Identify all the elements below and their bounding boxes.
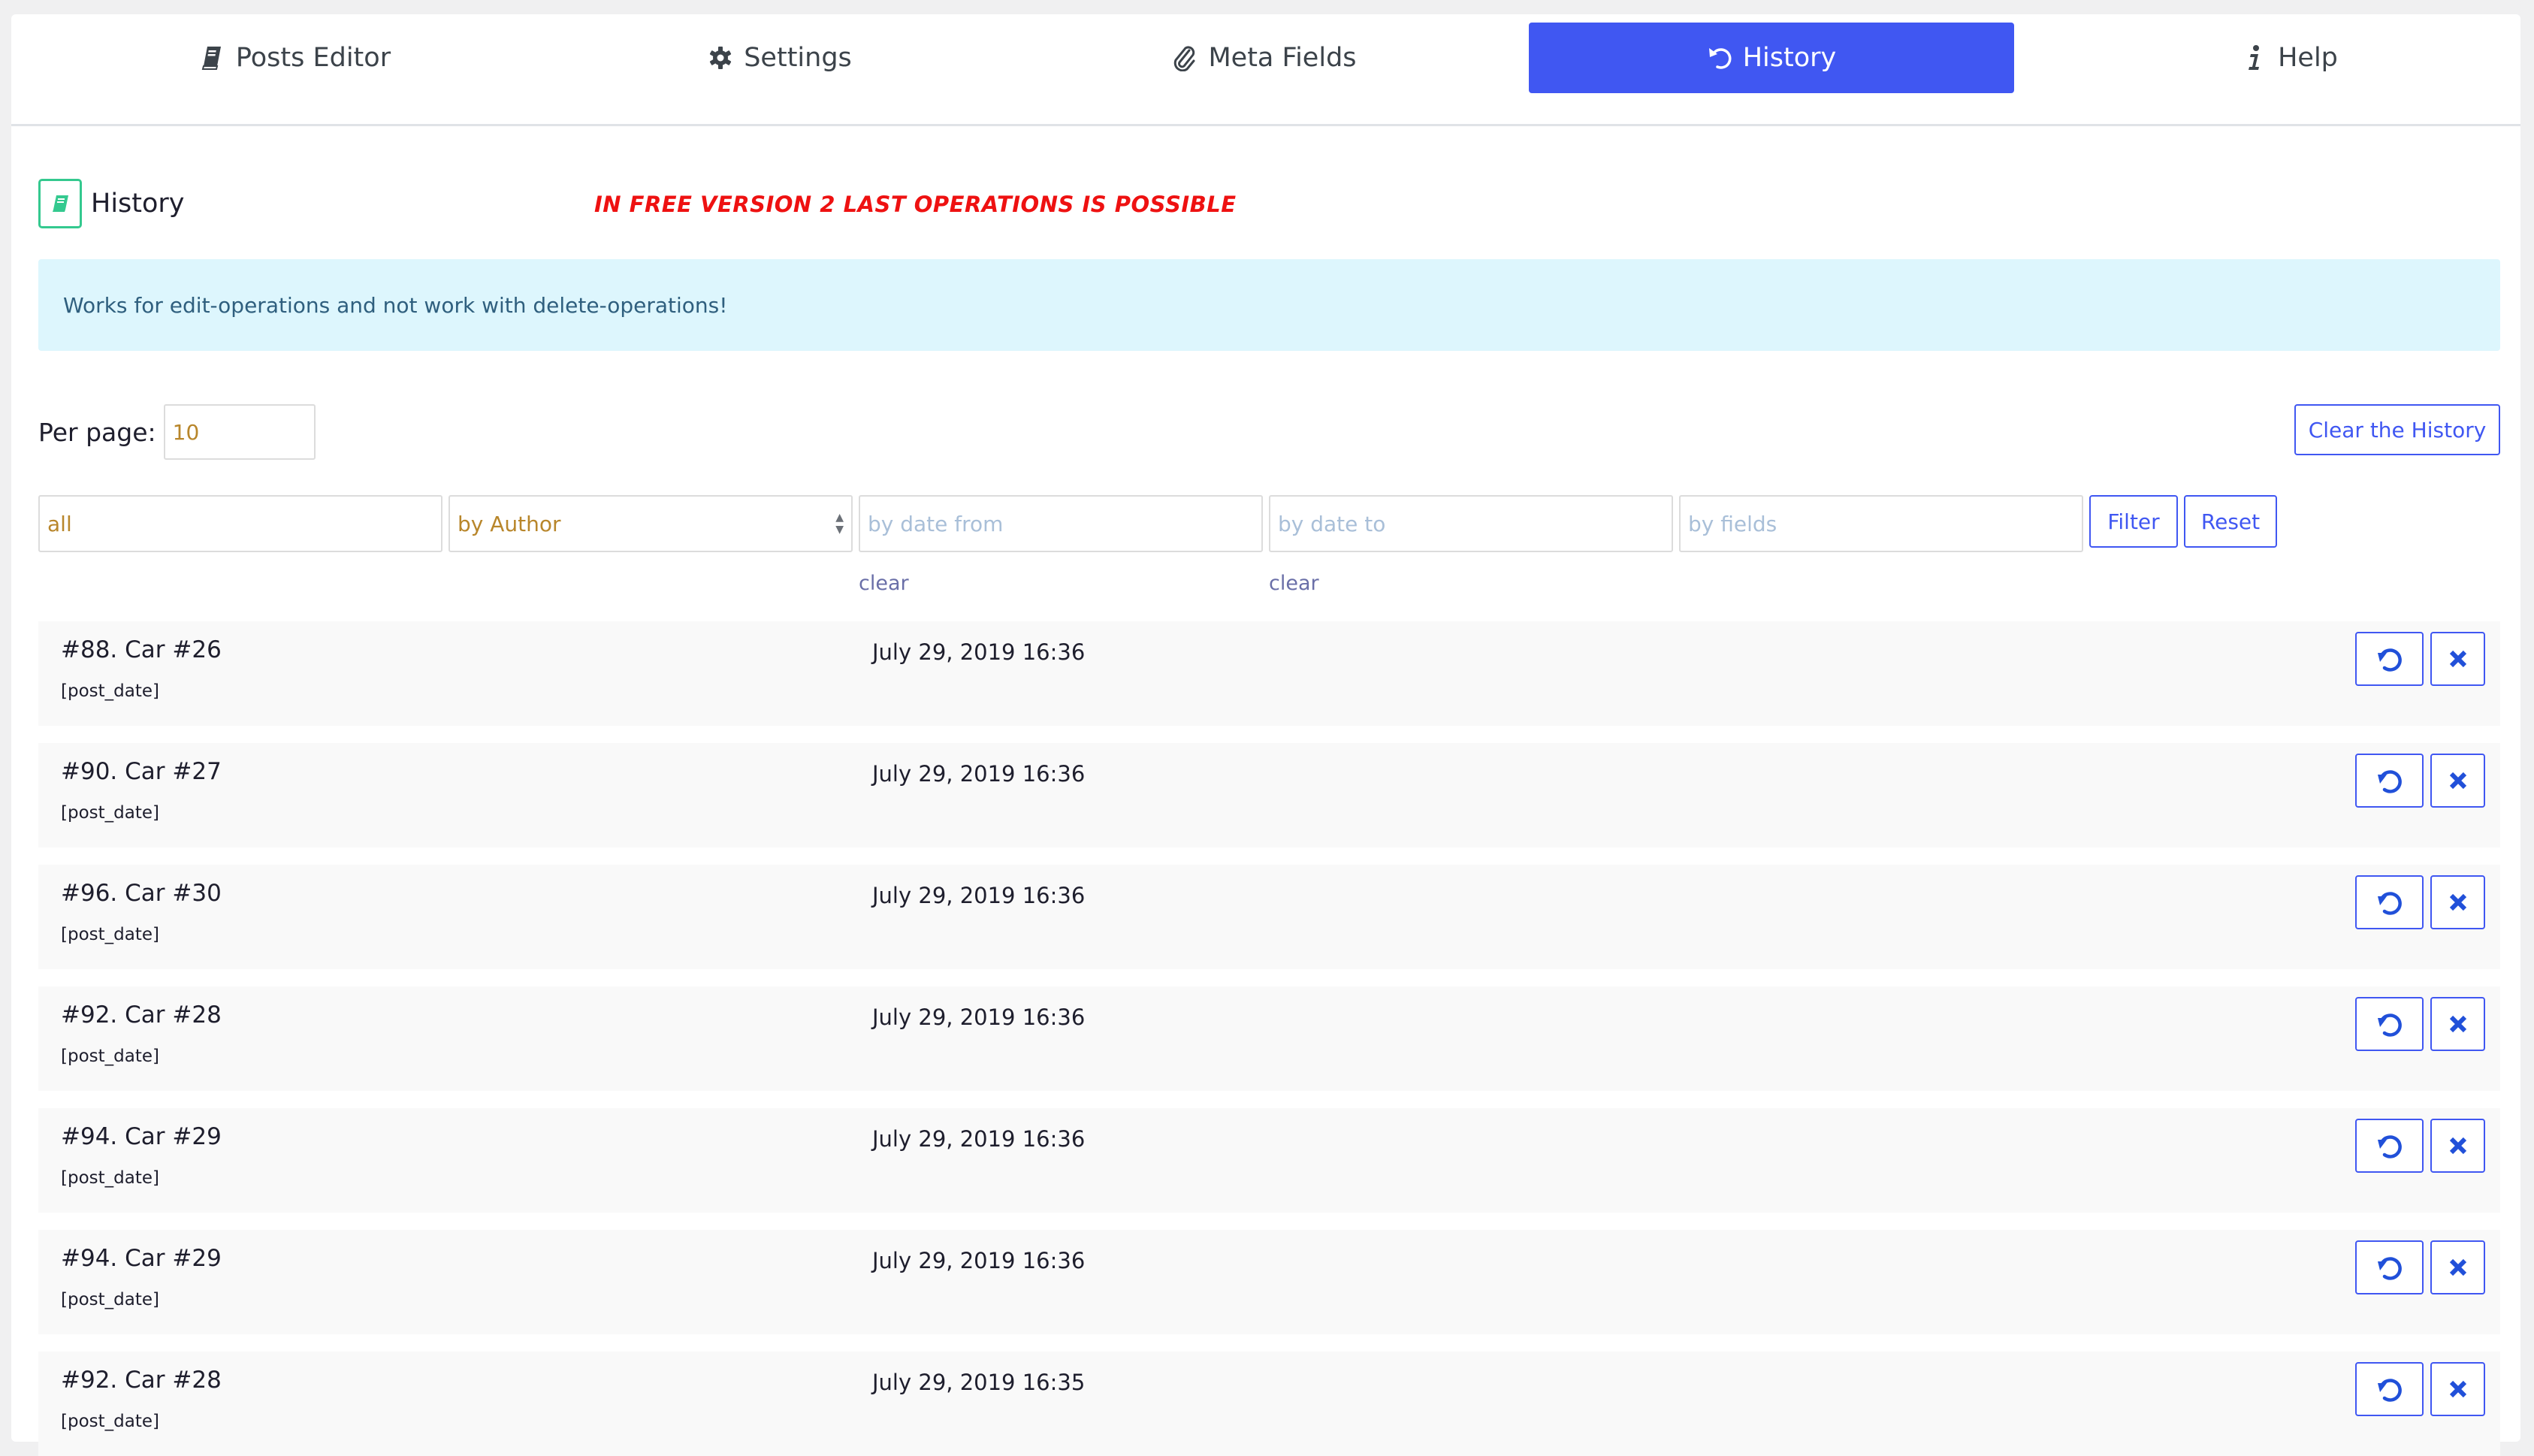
row-field: [post_date] xyxy=(61,1168,159,1188)
row-post-name: #94. Car #29 xyxy=(61,1123,222,1150)
type-filter-input[interactable] xyxy=(38,495,442,552)
restore-button[interactable] xyxy=(2355,1362,2424,1416)
history-row: #88. Car #26 [post_date] July 29, 2019 1… xyxy=(38,621,2500,726)
gear-icon xyxy=(708,44,733,72)
tab-label: Meta Fields xyxy=(1208,43,1357,73)
row-date: July 29, 2019 16:36 xyxy=(872,883,1086,908)
row-date: July 29, 2019 16:36 xyxy=(872,1248,1086,1273)
restore-button[interactable] xyxy=(2355,997,2424,1051)
per-page-label: Per page: xyxy=(38,417,156,447)
row-date: July 29, 2019 16:36 xyxy=(872,1004,1086,1030)
tab-label: Help xyxy=(2278,43,2338,73)
author-select[interactable]: by Author ▲ ▼ xyxy=(449,495,853,552)
select-arrows-icon: ▲ ▼ xyxy=(835,512,844,536)
history-book-icon xyxy=(38,179,82,228)
date-from-input[interactable] xyxy=(859,495,1263,552)
per-page-control: Per page: xyxy=(38,404,316,460)
close-icon xyxy=(2449,1137,2466,1155)
close-icon xyxy=(2449,650,2466,668)
reset-button[interactable]: Reset xyxy=(2184,495,2277,548)
tab-label: History xyxy=(1742,43,1837,73)
row-date: July 29, 2019 16:35 xyxy=(872,1370,1086,1395)
author-select-value: by Author xyxy=(449,495,853,552)
close-icon xyxy=(2449,1015,2466,1033)
alert-text: Works for edit-operations and not work w… xyxy=(63,292,728,318)
restore-icon xyxy=(2377,1135,2402,1158)
restore-button[interactable] xyxy=(2355,1240,2424,1294)
close-icon xyxy=(2449,893,2466,911)
free-version-notice: IN FREE VERSION 2 LAST OPERATIONS IS POS… xyxy=(594,192,1237,217)
delete-button[interactable] xyxy=(2430,997,2485,1051)
history-row: #94. Car #29 [post_date] July 29, 2019 1… xyxy=(38,1108,2500,1213)
restore-icon xyxy=(2377,648,2402,672)
row-post-name: #88. Car #26 xyxy=(61,636,222,663)
restore-button[interactable] xyxy=(2355,632,2424,686)
info-icon xyxy=(2242,44,2267,72)
clear-history-button[interactable]: Clear the History xyxy=(2294,404,2500,455)
row-field: [post_date] xyxy=(61,681,159,701)
tab-posts-editor[interactable]: Posts Editor xyxy=(53,23,538,93)
fields-filter-input[interactable] xyxy=(1679,495,2083,552)
restore-icon xyxy=(2377,1013,2402,1037)
date-to-input[interactable] xyxy=(1269,495,1673,552)
tab-meta-fields[interactable]: Meta Fields xyxy=(1022,23,1507,93)
history-row: #92. Car #28 [post_date] July 29, 2019 1… xyxy=(38,1352,2500,1456)
row-field: [post_date] xyxy=(61,1047,159,1066)
history-row: #94. Car #29 [post_date] July 29, 2019 1… xyxy=(38,1230,2500,1334)
info-alert: Works for edit-operations and not work w… xyxy=(38,259,2500,351)
undo-icon xyxy=(1707,44,1732,72)
row-field: [post_date] xyxy=(61,803,159,823)
row-post-name: #90. Car #27 xyxy=(61,758,222,785)
restore-icon xyxy=(2377,770,2402,793)
tab-label: Settings xyxy=(744,43,852,73)
close-icon xyxy=(2449,1258,2466,1276)
row-date: July 29, 2019 16:36 xyxy=(872,761,1086,787)
row-date: July 29, 2019 16:36 xyxy=(872,1126,1086,1152)
restore-icon xyxy=(2377,1379,2402,1402)
close-icon xyxy=(2449,1380,2466,1398)
book-icon xyxy=(200,44,225,72)
close-icon xyxy=(2449,772,2466,790)
tab-history[interactable]: History xyxy=(1529,23,2014,93)
section-heading: History xyxy=(38,179,185,228)
page-title: History xyxy=(91,189,185,219)
row-date: July 29, 2019 16:36 xyxy=(872,639,1086,665)
restore-icon xyxy=(2377,1257,2402,1280)
paperclip-icon xyxy=(1172,44,1198,72)
clear-date-to-link[interactable]: clear xyxy=(1269,572,1319,595)
tab-settings[interactable]: Settings xyxy=(537,23,1022,93)
restore-button[interactable] xyxy=(2355,1119,2424,1173)
row-field: [post_date] xyxy=(61,1290,159,1309)
history-row: #92. Car #28 [post_date] July 29, 2019 1… xyxy=(38,986,2500,1091)
delete-button[interactable] xyxy=(2430,1119,2485,1173)
delete-button[interactable] xyxy=(2430,754,2485,808)
row-post-name: #92. Car #28 xyxy=(61,1001,222,1029)
main-panel: Posts Editor Settings Meta Fields Histor… xyxy=(11,14,2520,1456)
row-field: [post_date] xyxy=(61,1412,159,1431)
restore-button[interactable] xyxy=(2355,754,2424,808)
restore-icon xyxy=(2377,892,2402,915)
delete-button[interactable] xyxy=(2430,632,2485,686)
restore-button[interactable] xyxy=(2355,875,2424,929)
history-row: #90. Car #27 [post_date] July 29, 2019 1… xyxy=(38,743,2500,847)
filter-button[interactable]: Filter xyxy=(2089,495,2178,548)
clear-date-from-link[interactable]: clear xyxy=(859,572,909,595)
tab-help[interactable]: Help xyxy=(2047,23,2532,93)
row-field: [post_date] xyxy=(61,925,159,944)
delete-button[interactable] xyxy=(2430,875,2485,929)
scrollbar[interactable] xyxy=(2523,0,2534,1399)
tab-label: Posts Editor xyxy=(235,43,391,73)
row-post-name: #94. Car #29 xyxy=(61,1245,222,1272)
row-post-name: #96. Car #30 xyxy=(61,880,222,907)
per-page-input[interactable] xyxy=(163,404,316,460)
row-post-name: #92. Car #28 xyxy=(61,1367,222,1394)
delete-button[interactable] xyxy=(2430,1240,2485,1294)
tab-bar: Posts Editor Settings Meta Fields Histor… xyxy=(11,14,2520,126)
history-row: #96. Car #30 [post_date] July 29, 2019 1… xyxy=(38,865,2500,969)
delete-button[interactable] xyxy=(2430,1362,2485,1416)
